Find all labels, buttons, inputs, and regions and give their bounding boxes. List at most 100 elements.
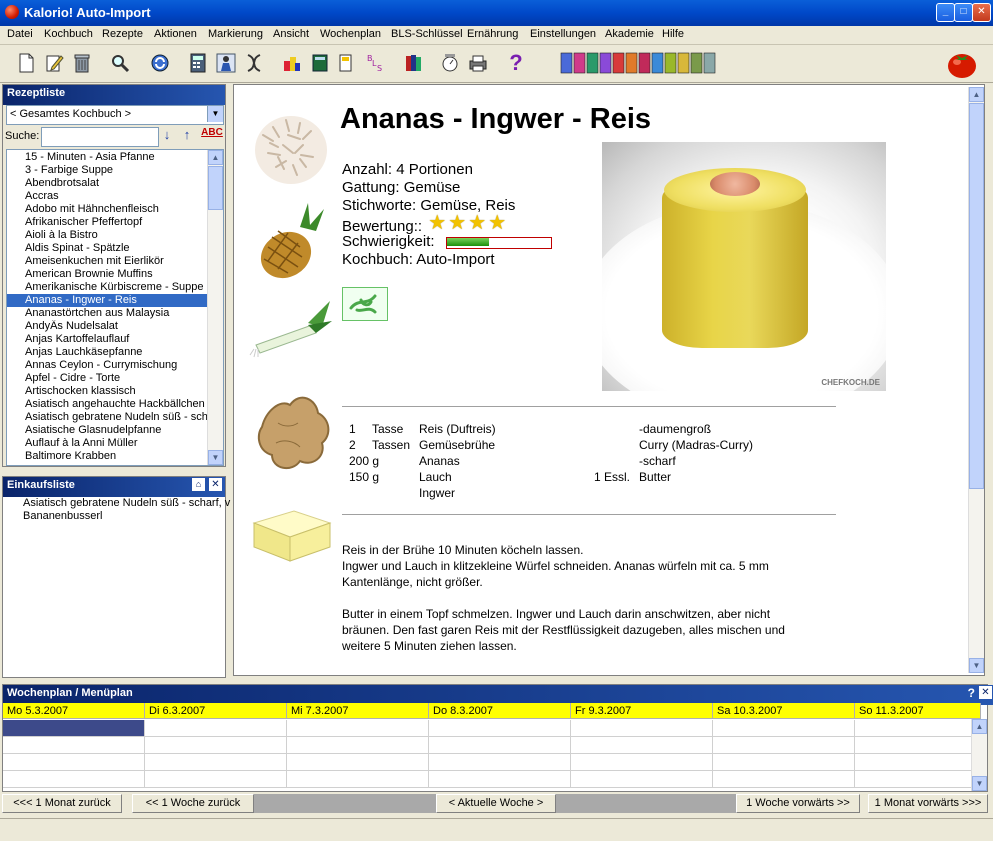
- color-sort-icon[interactable]: [282, 53, 302, 73]
- weekplan-cell[interactable]: [855, 754, 981, 771]
- recipe-list-item[interactable]: American Brownie Muffins: [7, 268, 207, 281]
- day-header[interactable]: Mo 5.3.2007: [3, 703, 145, 719]
- recipe-list-item[interactable]: Adobo mit Hähnchenfleisch: [7, 203, 207, 216]
- kitchen-scale-icon[interactable]: [440, 53, 460, 73]
- day-header[interactable]: Mi 7.3.2007: [287, 703, 429, 719]
- recipe-list-item[interactable]: Asiatische Glasnudelpfanne: [7, 424, 207, 437]
- menu-ansicht[interactable]: Ansicht: [273, 28, 309, 40]
- scroll-down-icon[interactable]: ▼: [208, 450, 223, 465]
- recipe-list-item[interactable]: AndyÄs Nudelsalat: [7, 320, 207, 333]
- color-cans-icon[interactable]: [560, 51, 720, 75]
- week-back-button[interactable]: << 1 Woche zurück: [132, 794, 254, 813]
- recipe-list-item[interactable]: Asiatisch angehauchte Hackbällchen: [7, 398, 207, 411]
- weekplan-cell[interactable]: [571, 720, 713, 737]
- help-icon[interactable]: ?: [506, 50, 526, 75]
- recipe-list-item[interactable]: Accras: [7, 190, 207, 203]
- scroll-up-icon[interactable]: ▲: [972, 719, 987, 734]
- weekplan-cell[interactable]: [713, 737, 855, 754]
- month-forward-button[interactable]: 1 Monat vorwärts >>>: [868, 794, 988, 813]
- new-document-icon[interactable]: [16, 53, 36, 73]
- scroll-down-icon[interactable]: ▼: [972, 776, 987, 791]
- weekplan-cell[interactable]: [3, 737, 145, 754]
- recipe-list-item[interactable]: Abendbrotsalat: [7, 177, 207, 190]
- weekplan-cell[interactable]: [287, 737, 429, 754]
- day-header[interactable]: Sa 10.3.2007: [713, 703, 855, 719]
- menu-akademie[interactable]: Akademie: [605, 28, 654, 40]
- weekplan-cell[interactable]: [855, 771, 981, 788]
- chevron-down-icon[interactable]: ▼: [207, 106, 223, 122]
- recipe-view-scrollbar[interactable]: ▲ ▼: [968, 87, 984, 673]
- search-input[interactable]: [41, 127, 159, 147]
- recipe-list-item[interactable]: 3 - Farbige Suppe: [7, 164, 207, 177]
- day-header[interactable]: Fr 9.3.2007: [571, 703, 713, 719]
- weekplan-cell[interactable]: [145, 720, 287, 737]
- calculator-icon[interactable]: [188, 53, 208, 73]
- scroll-up-icon[interactable]: ▲: [969, 87, 984, 102]
- weekplan-scrollbar[interactable]: ▲ ▼: [971, 719, 987, 791]
- weekplan-cell[interactable]: [145, 771, 287, 788]
- weekplan-cell[interactable]: [571, 771, 713, 788]
- weekplan-cell[interactable]: [713, 754, 855, 771]
- menu-ernaehrung[interactable]: Ernährung: [467, 28, 518, 40]
- menu-markierung[interactable]: Markierung: [208, 28, 263, 40]
- weekplan-cell[interactable]: [287, 771, 429, 788]
- week-forward-button[interactable]: 1 Woche vorwärts >>: [736, 794, 860, 813]
- weekplan-cell[interactable]: [855, 720, 981, 737]
- home-icon[interactable]: ⌂: [192, 478, 205, 491]
- close-button[interactable]: ✕: [972, 3, 991, 22]
- recipe-list-item[interactable]: Afrikanischer Pfeffertopf: [7, 216, 207, 229]
- print-icon[interactable]: [468, 53, 488, 73]
- weekplan-cell[interactable]: [3, 754, 145, 771]
- menu-hilfe[interactable]: Hilfe: [662, 28, 684, 40]
- scroll-thumb[interactable]: [969, 103, 984, 489]
- recipe-list-item[interactable]: Anjas Lauchkäsepfanne: [7, 346, 207, 359]
- bls-icon[interactable]: [338, 53, 358, 73]
- search-down-button[interactable]: ↓: [159, 127, 175, 145]
- recipe-list-item[interactable]: Aldis Spinat - Spätzle: [7, 242, 207, 255]
- weekplan-cell[interactable]: [287, 720, 429, 737]
- recipe-list-item[interactable]: Artischocken klassisch: [7, 385, 207, 398]
- recipe-list-item[interactable]: Apfel - Cidre - Torte: [7, 372, 207, 385]
- recipe-list-item[interactable]: Amerikanische Kürbiscreme - Suppe: [7, 281, 207, 294]
- recipe-list-item[interactable]: Aioli à la Bistro: [7, 229, 207, 242]
- bls-key-icon[interactable]: BLS: [366, 53, 386, 73]
- menu-bls-schluessel[interactable]: BLS-Schlüssel: [391, 28, 463, 40]
- recipe-list-item[interactable]: Ananastörtchen aus Malaysia: [7, 307, 207, 320]
- search-up-button[interactable]: ↑: [179, 127, 195, 145]
- weekplan-cell[interactable]: [429, 771, 571, 788]
- herb-icon[interactable]: [342, 287, 388, 321]
- book-icon[interactable]: [310, 53, 330, 73]
- recipe-list-item[interactable]: Ameisenkuchen mit Eierlikör: [7, 255, 207, 268]
- menu-wochenplan[interactable]: Wochenplan: [320, 28, 381, 40]
- dna-icon[interactable]: [244, 53, 264, 73]
- shopping-list-item[interactable]: Bananenbusserl: [23, 510, 103, 522]
- weekplan-cell[interactable]: [571, 737, 713, 754]
- day-header[interactable]: So 11.3.2007: [855, 703, 981, 719]
- weekplan-cell[interactable]: [713, 771, 855, 788]
- edit-icon[interactable]: [44, 53, 64, 73]
- scroll-down-icon[interactable]: ▼: [969, 658, 984, 673]
- weekplan-cell[interactable]: [3, 720, 145, 737]
- recipe-list-item[interactable]: Asiatisch gebratene Nudeln süß - scha: [7, 411, 207, 424]
- spellcheck-abc-button[interactable]: ABC: [201, 127, 223, 145]
- weekplan-cell[interactable]: [429, 754, 571, 771]
- weekplan-close-icon[interactable]: ✕: [979, 686, 992, 699]
- weekplan-cell[interactable]: [145, 737, 287, 754]
- menu-aktionen[interactable]: Aktionen: [154, 28, 197, 40]
- scale-person-icon[interactable]: [216, 53, 236, 73]
- weekplan-cell[interactable]: [287, 754, 429, 771]
- recipe-list-item[interactable]: Anjas Kartoffelauflauf: [7, 333, 207, 346]
- close-icon[interactable]: ✕: [209, 478, 222, 491]
- menu-einstellungen[interactable]: Einstellungen: [530, 28, 596, 40]
- current-week-button[interactable]: < Aktuelle Woche >: [436, 794, 556, 813]
- weekplan-cell[interactable]: [713, 720, 855, 737]
- weekplan-help-icon[interactable]: ?: [968, 686, 975, 700]
- weekplan-cell[interactable]: [571, 754, 713, 771]
- trash-icon[interactable]: [72, 53, 92, 73]
- refresh-icon[interactable]: [150, 53, 170, 73]
- recipe-list-item[interactable]: Annas Ceylon - Currymischung: [7, 359, 207, 372]
- weekplan-cell[interactable]: [145, 754, 287, 771]
- recipe-list-scrollbar[interactable]: ▲ ▼: [207, 150, 223, 465]
- recipe-list-item[interactable]: Auflauf à la Anni Müller: [7, 437, 207, 450]
- recipe-list-item[interactable]: Baltimore Krabben: [7, 450, 207, 463]
